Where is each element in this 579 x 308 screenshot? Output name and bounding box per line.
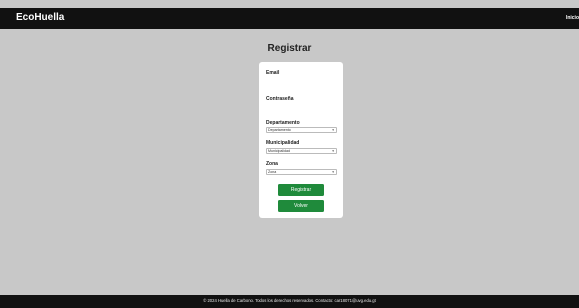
departamento-select[interactable]: Departamento ▾ — [266, 127, 337, 133]
register-button[interactable]: Registrar — [278, 184, 324, 196]
footer-text: © 2024 Huella de Carbono. Todos los dere… — [203, 298, 376, 303]
municipalidad-label: Municipalidad — [266, 140, 300, 146]
chevron-down-icon: ▾ — [332, 149, 334, 153]
email-label: Email — [266, 70, 280, 76]
zona-select-value: Zona — [268, 170, 277, 174]
zona-select[interactable]: Zona ▾ — [266, 169, 337, 175]
departamento-label: Departamento — [266, 120, 300, 126]
back-button[interactable]: Volver — [278, 200, 324, 212]
chevron-down-icon: ▾ — [332, 170, 334, 174]
page-title: Registrar — [267, 43, 312, 54]
email-field[interactable] — [266, 78, 337, 86]
departamento-select-value: Departamento — [268, 128, 291, 132]
footer: © 2024 Huella de Carbono. Todos los dere… — [0, 295, 579, 308]
password-label: Contraseña — [266, 96, 294, 102]
top-navbar: EcoHuella Inicio — [0, 8, 579, 29]
password-field[interactable] — [266, 104, 337, 112]
brand-logo[interactable]: EcoHuella — [16, 12, 64, 23]
register-form-card: Email Contraseña Departamento Departamen… — [259, 62, 343, 218]
municipalidad-select-value: Municipalidad — [268, 149, 290, 153]
chevron-down-icon: ▾ — [332, 128, 334, 132]
zona-label: Zona — [266, 161, 278, 167]
municipalidad-select[interactable]: Municipalidad ▾ — [266, 148, 337, 154]
nav-link-inicio[interactable]: Inicio — [566, 15, 579, 21]
